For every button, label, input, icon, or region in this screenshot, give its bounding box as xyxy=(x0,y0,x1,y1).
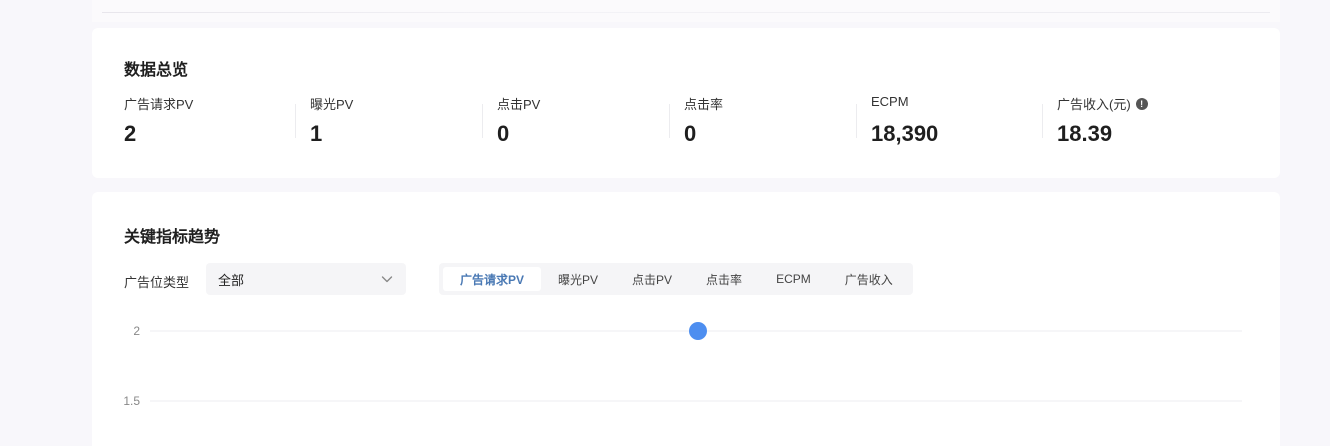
metric-click-pv: 点击PV 0 xyxy=(482,94,684,154)
tab-exposure-pv[interactable]: 曝光PV xyxy=(541,267,615,291)
trend-title: 关键指标趋势 xyxy=(124,229,221,246)
chevron-down-icon xyxy=(381,276,393,283)
metrics-row: 广告请求PV 2 曝光PV 1 点击PV 0 点击率 0 ECPM 18,390… xyxy=(124,94,1280,154)
ad-slot-type-select[interactable]: 全部 xyxy=(206,263,406,295)
metric-exposure-pv: 曝光PV 1 xyxy=(295,94,497,154)
metric-label: ECPM xyxy=(871,94,909,109)
metric-divider xyxy=(482,104,483,138)
metric-value: 1 xyxy=(310,121,323,146)
trend-card: 关键指标趋势 广告位类型 全部 广告请求PV 曝光PV 点击PV 点击率 ECP… xyxy=(92,192,1280,446)
metric-label: 广告收入(元) ! xyxy=(1057,94,1148,113)
select-value: 全部 xyxy=(218,272,245,288)
metric-value: 0 xyxy=(497,121,510,146)
metric-value: 18.39 xyxy=(1057,121,1113,146)
metric-request-pv: 广告请求PV 2 xyxy=(124,94,311,154)
tab-request-pv[interactable]: 广告请求PV xyxy=(443,267,542,291)
metric-label: 曝光PV xyxy=(310,97,354,112)
tab-revenue[interactable]: 广告收入 xyxy=(828,267,910,291)
metric-tabs: 广告请求PV 曝光PV 点击PV 点击率 ECPM 广告收入 xyxy=(439,263,913,295)
trend-chart: 2 1.5 xyxy=(123,322,1242,408)
metric-ecpm: ECPM 18,390 xyxy=(856,94,1058,154)
info-icon[interactable]: ! xyxy=(1135,97,1148,110)
y-tick-label: 1.5 xyxy=(123,394,140,408)
metric-divider xyxy=(669,104,670,138)
overview-card: 数据总览 广告请求PV 2 曝光PV 1 点击PV 0 点击率 0 ECPM 1… xyxy=(92,28,1280,178)
metric-divider xyxy=(1042,104,1043,138)
tab-click-pv[interactable]: 点击PV xyxy=(615,267,689,291)
metric-value: 18,390 xyxy=(871,121,939,146)
metric-value: 0 xyxy=(684,121,697,146)
metric-revenue: 广告收入(元) ! 18.39 xyxy=(1042,94,1244,154)
metric-label: 广告请求PV xyxy=(124,97,194,112)
metric-value: 2 xyxy=(124,121,137,146)
tab-ctr[interactable]: 点击率 xyxy=(689,267,759,291)
ad-slot-type-label: 广告位类型 xyxy=(124,275,190,290)
metric-label: 点击率 xyxy=(684,97,724,112)
top-strip xyxy=(92,0,1280,22)
metric-divider xyxy=(856,104,857,138)
metric-label: 点击PV xyxy=(497,97,541,112)
data-point[interactable] xyxy=(689,322,707,340)
metric-ctr: 点击率 0 xyxy=(669,94,871,154)
overview-title: 数据总览 xyxy=(124,62,189,79)
metric-divider xyxy=(295,104,296,138)
tab-ecpm[interactable]: ECPM xyxy=(759,267,828,291)
y-tick-label: 2 xyxy=(133,324,140,338)
